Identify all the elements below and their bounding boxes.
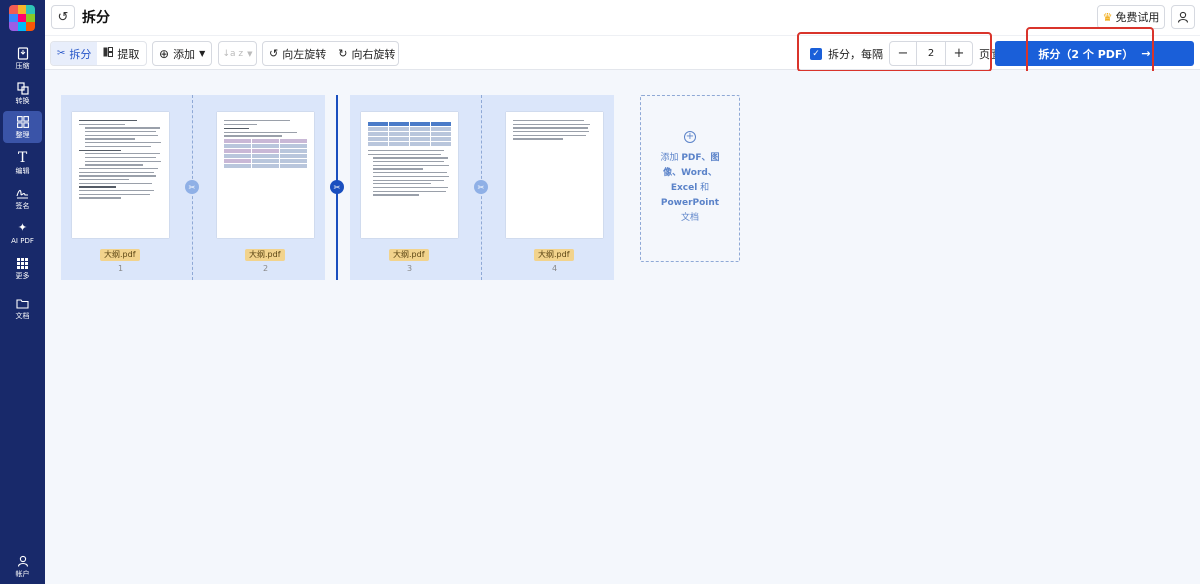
scissors-icon[interactable]: ✂ [474,180,488,194]
sidebar-item-label: 更多 [15,272,30,280]
add-box-text: Excel [670,183,698,193]
split-every-label: 拆分，每隔 [828,47,883,61]
page-number: 2 [262,264,269,273]
free-trial-button[interactable]: ♛ 免费试用 [1097,5,1165,29]
page-workspace: 大纲.pdf 1 ✂ 大纲.pdf 2 ✂ 大纲.pdf 3 ✂ 大纲.pdf … [45,71,1200,584]
sidebar-item-more[interactable]: 更多 [3,252,42,284]
convert-icon [16,81,30,95]
add-circle-icon: ⊕ [159,46,170,61]
signature-icon [16,186,30,200]
caret-down-icon: ▼ [199,49,206,58]
page-thumbnail [217,112,314,238]
interval-input[interactable] [916,42,946,65]
sidebar-item-convert[interactable]: 转换 [3,77,42,109]
sidebar-item-compress[interactable]: 压缩 [3,42,42,74]
undo-icon: ↺ [57,9,69,25]
sidebar-item-account[interactable]: 帐户 [3,550,42,582]
sidebar-item-edit[interactable]: T 编辑 [3,147,42,179]
page-thumbnail [361,112,458,238]
split-every-checkbox[interactable]: ✓ [810,47,822,60]
add-box-text: 添加 [660,153,682,163]
add-box-text: 像、Word、 [663,168,717,178]
split-submit-button[interactable]: 拆分（2 个 PDF） → [995,41,1194,66]
sort-icon: ↓a z [222,48,244,59]
page-card[interactable]: 大纲.pdf 4 [495,95,640,280]
grid-more-icon [16,256,30,270]
file-name-badge: 大纲.pdf [245,249,285,261]
crown-icon: ♛ [1102,10,1113,24]
scissors-icon[interactable]: ✂ [185,180,199,194]
file-name-badge: 大纲.pdf [389,249,429,261]
split-group-2: 大纲.pdf 3 ✂ 大纲.pdf 4 [350,95,614,280]
sidebar: 压缩 转换 整理 T 编辑 签名 ✦ AI PDF 更多 文档 帐户 [0,0,45,584]
folder-icon [16,296,30,310]
page-title: 拆分 [82,10,110,26]
interval-stepper: − + [889,41,973,66]
plus-circle-icon: + [684,131,696,143]
sidebar-item-signature[interactable]: 签名 [3,182,42,214]
edit-text-icon: T [17,150,28,166]
sidebar-item-label: 压缩 [15,62,30,70]
free-trial-label: 免费试用 [1115,11,1160,24]
rotate-left-button[interactable]: ↺ 向左旋转 [263,42,332,65]
arrow-right-icon: → [1141,47,1151,60]
add-box-text: 和 [697,183,710,193]
sidebar-item-ai-pdf[interactable]: ✦ AI PDF [3,217,42,249]
extract-mode-button[interactable]: 提取 [97,42,145,65]
app-logo[interactable] [9,5,35,31]
sidebar-item-label: AI PDF [11,237,34,245]
ai-sparkle-icon: ✦ [17,221,28,234]
rotate-right-button[interactable]: ↻ 向右旋转 [332,42,401,65]
extract-icon [103,47,114,60]
compress-icon [16,46,30,60]
split-mode-label: 拆分 [69,47,92,61]
user-icon [1177,11,1189,23]
page-number: 1 [117,264,124,273]
split-interval-control: ✓ 拆分，每隔 − + 页面 [810,41,1001,66]
user-account-button[interactable] [1171,5,1195,29]
rotate-left-label: 向左旋转 [282,47,327,61]
add-dropdown-button[interactable]: ⊕ 添加 ▼ [152,41,213,66]
extract-mode-label: 提取 [117,47,140,61]
increment-button[interactable]: + [946,42,972,65]
split-submit-label: 拆分（2 个 PDF） [1038,47,1134,61]
sidebar-item-label: 签名 [15,202,30,210]
file-name-badge: 大纲.pdf [100,249,140,261]
split-extract-mode: ✂ 拆分 提取 [50,41,147,66]
scissors-active-icon[interactable]: ✂ [330,180,344,194]
add-box-text: PowerPoint [660,198,720,208]
page-number: 4 [551,264,558,273]
file-name-badge: 大纲.pdf [534,249,574,261]
rotate-group: ↺ 向左旋转 ↻ 向右旋转 [262,41,399,66]
organize-icon [16,115,30,129]
toolbar: ✂ 拆分 提取 ⊕ 添加 ▼ ↓a z ▼ ↺ 向左旋转 ↻ 向右旋转 ✓ 拆分… [45,35,1200,70]
split-mode-button[interactable]: ✂ 拆分 [51,42,98,65]
add-files-dropzone[interactable]: + 添加 PDF、图 像、Word、 Excel 和 PowerPoint 文档 [640,95,740,262]
undo-button[interactable]: ↺ [51,5,75,29]
add-box-text: 、图 [701,153,720,163]
caret-down-icon: ▼ [247,49,253,58]
decrement-button[interactable]: − [890,42,916,65]
sidebar-item-label: 转换 [15,97,30,105]
sidebar-item-label: 整理 [15,131,30,139]
sidebar-item-label: 编辑 [15,167,30,175]
add-box-text: 文档 [680,213,699,223]
add-box-text: PDF [681,153,702,163]
rotate-right-label: 向右旋转 [351,47,396,61]
sidebar-item-label: 帐户 [15,570,30,578]
rotate-right-icon: ↻ [338,47,348,60]
sidebar-item-organize[interactable]: 整理 [3,111,42,143]
rotate-left-icon: ↺ [269,47,279,60]
sidebar-item-documents[interactable]: 文档 [3,292,42,324]
top-header: ↺ 拆分 ♛ 免费试用 [45,0,1200,35]
page-number: 3 [406,264,413,273]
page-thumbnail [506,112,603,238]
sidebar-item-label: 文档 [15,312,30,320]
add-label: 添加 [173,47,196,61]
page-thumbnail [72,112,169,238]
user-icon [16,554,30,568]
sort-dropdown-button[interactable]: ↓a z ▼ [218,41,257,66]
scissors-icon: ✂ [57,48,66,59]
split-group-1: 大纲.pdf 1 ✂ 大纲.pdf 2 [61,95,325,280]
